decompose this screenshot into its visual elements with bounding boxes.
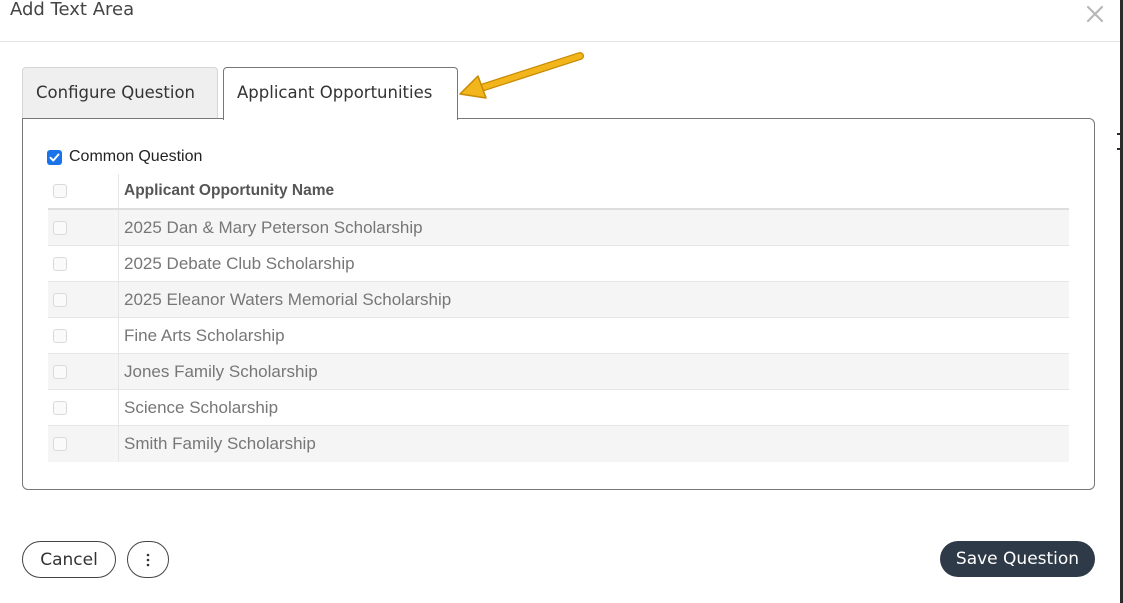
modal-header: Add Text Area [0,0,1120,42]
checkbox-checked[interactable] [47,149,62,165]
row-name-cell: 2025 Debate Club Scholarship [118,246,1069,281]
vertical-ellipsis-icon [146,553,150,566]
row-checkbox[interactable] [53,437,67,451]
row-checkbox-cell [48,318,118,353]
row-checkbox-cell [48,426,118,462]
tab-label: Configure Question [36,83,196,102]
row-name-cell: Jones Family Scholarship [118,354,1069,389]
table-row: Jones Family Scholarship [48,354,1069,390]
tab-applicant-opportunities[interactable]: Applicant Opportunities [223,67,458,120]
close-button[interactable] [1083,2,1107,26]
select-all-checkbox[interactable] [53,184,67,198]
row-checkbox-cell [48,282,118,317]
table-row: Smith Family Scholarship [48,426,1069,462]
row-name-cell: Smith Family Scholarship [118,426,1069,462]
row-checkbox[interactable] [53,256,67,271]
table-row: 2025 Debate Club Scholarship [48,246,1069,282]
row-name-cell: 2025 Dan & Mary Peterson Scholarship [118,210,1069,245]
row-name-cell: Fine Arts Scholarship [118,318,1069,353]
row-checkbox[interactable] [53,292,67,307]
tab-configure-question[interactable]: Configure Question [22,67,218,119]
column-header-name: Applicant Opportunity Name [124,182,335,199]
common-question-label: Common Question [69,148,203,165]
opportunity-name: Jones Family Scholarship [124,361,318,381]
opportunities-table: Applicant Opportunity Name 2025 Dan & Ma… [48,174,1069,462]
table-header: Applicant Opportunity Name [48,174,1069,210]
more-options-button[interactable] [127,541,169,578]
opportunity-name: Fine Arts Scholarship [124,325,285,345]
row-checkbox-cell [48,390,118,425]
row-checkbox[interactable] [53,400,67,415]
row-checkbox[interactable] [53,220,67,235]
cancel-button[interactable]: Cancel [22,541,116,578]
save-question-button[interactable]: Save Question [940,541,1095,577]
row-name-cell: 2025 Eleanor Waters Memorial Scholarship [118,282,1069,317]
table-row: 2025 Eleanor Waters Memorial Scholarship [48,282,1069,318]
row-checkbox[interactable] [53,364,67,379]
modal-title: Add Text Area [10,0,135,20]
table-body: 2025 Dan & Mary Peterson Scholarship 202… [48,210,1069,462]
table-row: Science Scholarship [48,390,1069,426]
table-row: 2025 Dan & Mary Peterson Scholarship [48,210,1069,246]
opportunity-name: Science Scholarship [124,397,279,417]
select-all-cell [48,174,118,208]
window-edge-mark [1117,133,1123,135]
close-icon [1086,5,1104,23]
tab-label: Applicant Opportunities [237,83,433,102]
opportunity-name: Smith Family Scholarship [124,434,316,453]
annotation-arrow-icon [459,52,584,99]
header-name-cell: Applicant Opportunity Name [118,174,1069,208]
common-question-checkbox[interactable]: Common Question [47,146,202,168]
checkmark-icon [49,153,60,161]
row-name-cell: Science Scholarship [118,390,1069,425]
table-row: Fine Arts Scholarship [48,318,1069,354]
window-edge-mark [1117,148,1123,150]
row-checkbox-cell [48,210,118,245]
opportunity-name: 2025 Debate Club Scholarship [124,253,355,273]
row-checkbox-cell [48,354,118,389]
opportunity-name: 2025 Dan & Mary Peterson Scholarship [124,217,423,237]
row-checkbox[interactable] [53,328,67,343]
row-checkbox-cell [48,246,118,281]
opportunity-name: 2025 Eleanor Waters Memorial Scholarship [124,289,452,309]
